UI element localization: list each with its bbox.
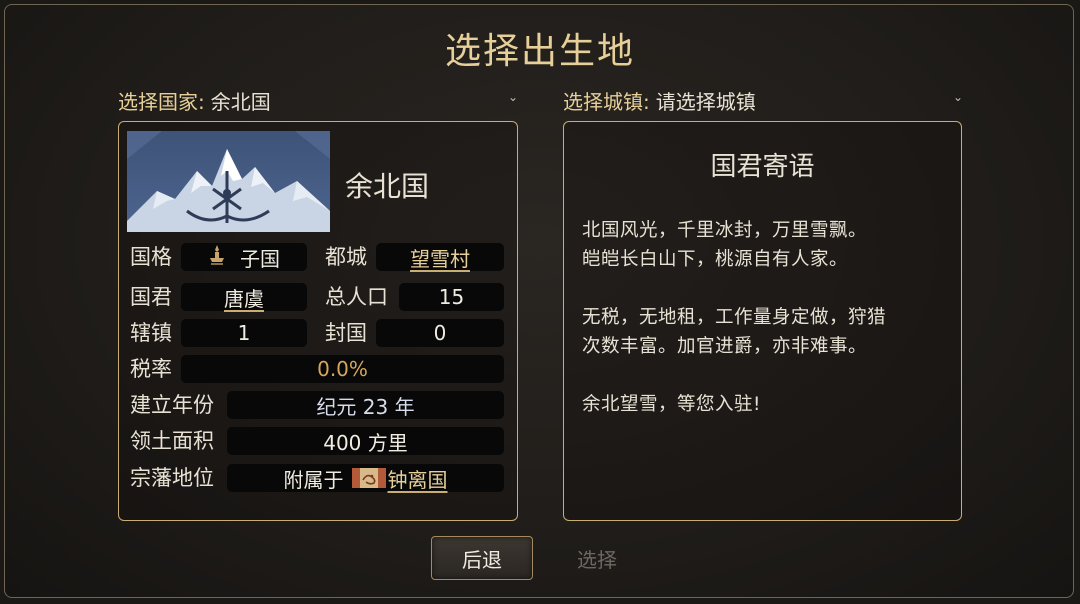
chevron-down-icon: ⌄ (952, 90, 963, 104)
rank-box: 子国 (181, 243, 307, 271)
chevron-down-icon: ⌄ (507, 90, 518, 104)
ruler-box: 唐虞 (181, 283, 307, 311)
tax-value: 0.0% (181, 355, 504, 383)
area-label: 领土面积 (130, 429, 214, 453)
vassal-box: 附属于 钟离国 (227, 464, 504, 492)
capital-link[interactable]: 望雪村 (410, 243, 470, 272)
town-select-label: 选择城镇: (563, 89, 650, 114)
message-paragraph-3: 余北望雪，等您入驻! (582, 390, 952, 419)
message-line: 皑皑长白山下，桃源自有人家。 (582, 249, 849, 270)
message-paragraph-2: 无税，无地租，工作量身定做，狩猎 次数丰富。加官进爵，亦非难事。 (582, 303, 952, 361)
founded-label: 建立年份 (130, 393, 214, 417)
overlord-flag-icon (351, 468, 386, 488)
area-value: 400 方里 (227, 427, 504, 455)
capital-box: 望雪村 (376, 243, 504, 271)
back-button[interactable]: 后退 (431, 536, 533, 580)
vassal-prefix: 附属于 (283, 467, 344, 492)
rank-value: 子国 (240, 246, 280, 271)
country-flag (127, 131, 330, 232)
population-value: 15 (399, 283, 504, 311)
country-name: 余北国 (345, 170, 430, 203)
country-select-label: 选择国家: (118, 89, 205, 114)
fiefs-value: 0 (376, 319, 504, 347)
country-select-value: 余北国 (210, 89, 271, 114)
tax-label: 税率 (130, 357, 172, 381)
message-line: 次数丰富。加官进爵，亦非难事。 (582, 336, 868, 357)
towns-value: 1 (181, 319, 307, 347)
fiefs-label: 封国 (325, 321, 367, 345)
rank-label: 国格 (130, 245, 172, 269)
towns-label: 辖镇 (130, 321, 172, 345)
town-select-value: 请选择城镇 (655, 89, 756, 114)
message-line: 余北望雪，等您入驻! (582, 394, 761, 415)
select-button[interactable]: 选择 (556, 536, 638, 580)
message-line: 无税，无地租，工作量身定做，狩猎 (582, 307, 887, 328)
message-line: 北国风光，千里冰封，万里雪飘。 (582, 220, 868, 241)
overlord-link[interactable]: 钟离国 (388, 464, 448, 493)
population-label: 总人口 (325, 285, 388, 309)
message-title: 国君寄语 (710, 152, 815, 182)
capital-label: 都城 (325, 245, 367, 269)
ruler-label: 国君 (130, 285, 172, 309)
town-select[interactable]: 选择城镇: 请选择城镇 ⌄ (563, 86, 963, 114)
ruler-link[interactable]: 唐虞 (224, 283, 264, 312)
vassal-label: 宗藩地位 (130, 466, 214, 490)
country-select[interactable]: 选择国家: 余北国 ⌄ (118, 86, 518, 114)
rank-crest-icon (208, 244, 226, 271)
founded-value: 纪元 23 年 (227, 391, 504, 419)
dialog-title: 选择出生地 (444, 31, 635, 72)
message-paragraph-1: 北国风光，千里冰封，万里雪飘。 皑皑长白山下，桃源自有人家。 (582, 216, 952, 274)
